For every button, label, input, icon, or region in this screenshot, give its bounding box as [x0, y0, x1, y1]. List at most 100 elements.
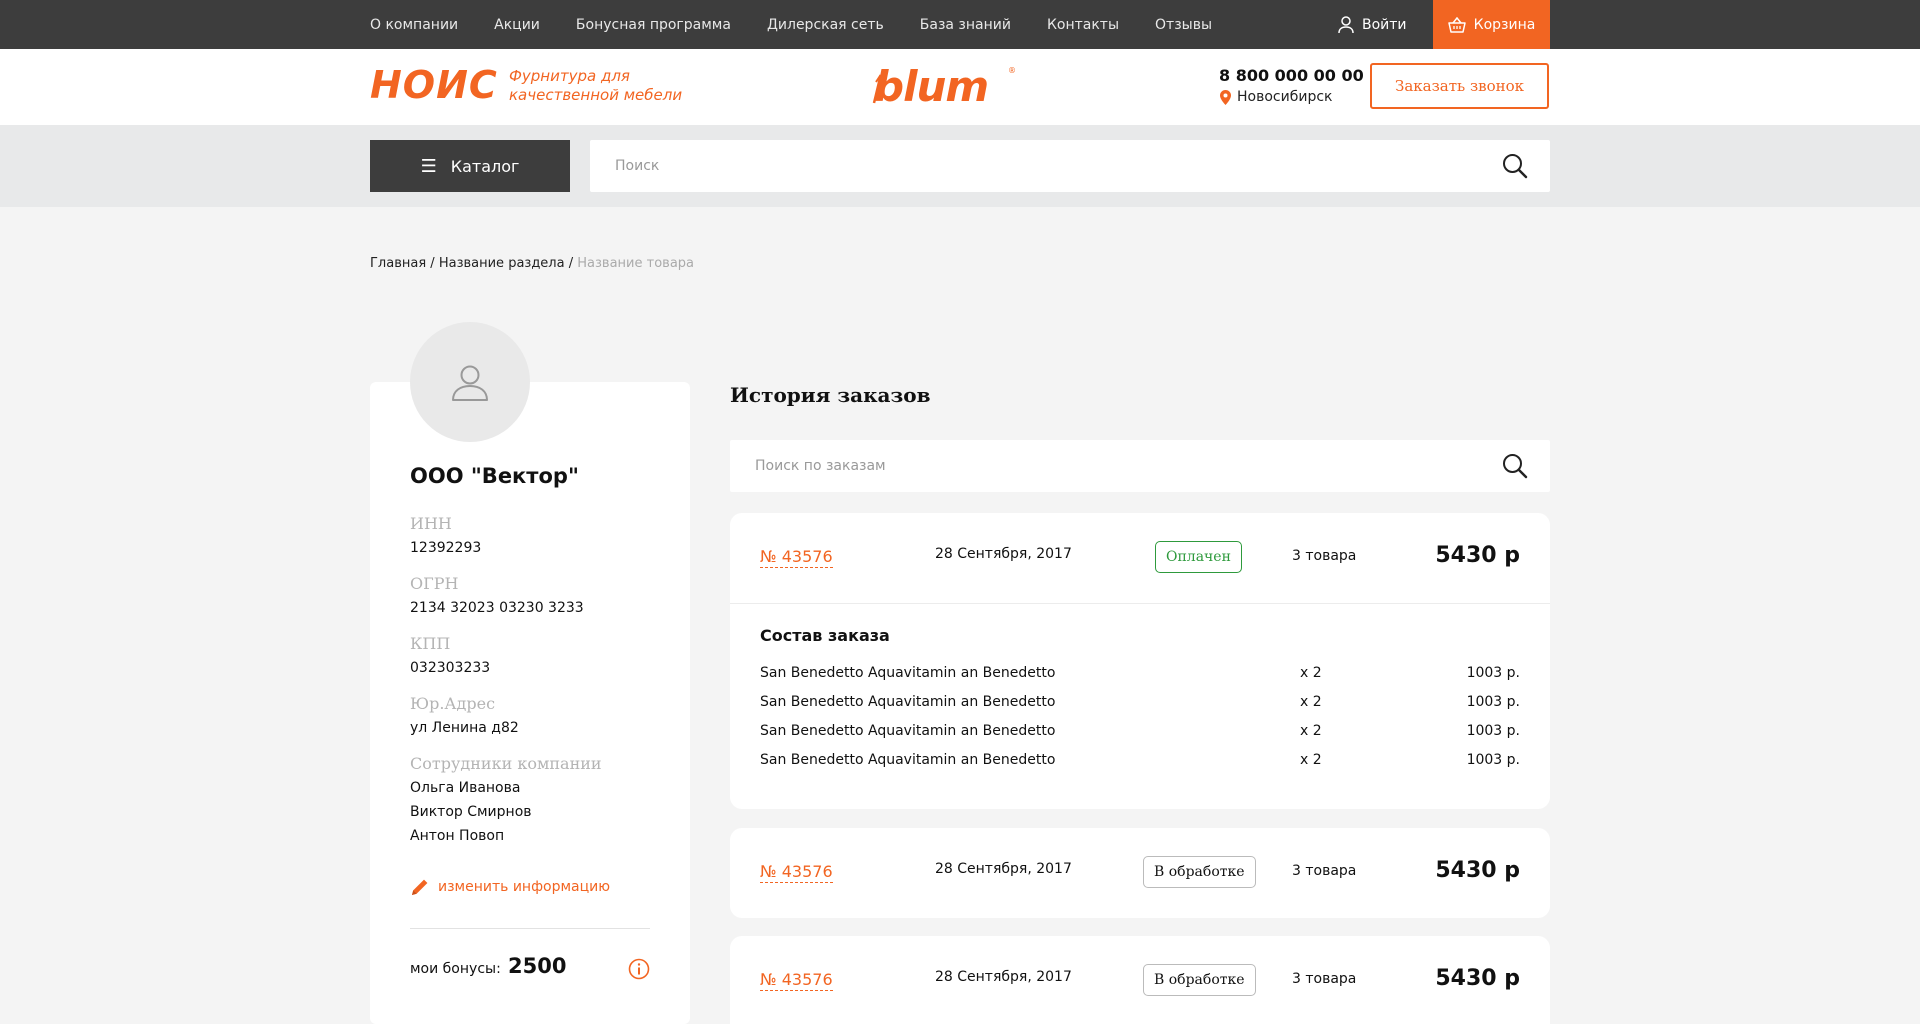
tagline-line-1: Фурнитура для: [509, 67, 630, 85]
order-item-count: 3 товара: [1292, 971, 1357, 987]
order-composition-title: Состав заказа: [760, 626, 890, 645]
breadcrumb-section[interactable]: Название раздела: [439, 256, 565, 271]
order-item-count: 3 товара: [1292, 863, 1357, 879]
brand-logo-blum: blum: [874, 62, 989, 111]
order-number-link[interactable]: № 43576: [760, 970, 833, 991]
login-button[interactable]: Войти: [1338, 0, 1407, 49]
inn-value: 12392293: [410, 540, 482, 556]
top-navigation-bar: О компании Акции Бонусная программа Диле…: [0, 0, 1920, 49]
order-item-count: 3 товара: [1292, 548, 1357, 564]
site-search: [590, 140, 1550, 192]
order-search-input[interactable]: [755, 440, 1495, 492]
order-call-button[interactable]: Заказать звонок: [1370, 63, 1549, 109]
kpp-label: КПП: [410, 634, 451, 653]
nav-link-contacts[interactable]: Контакты: [1047, 17, 1119, 33]
user-avatar-icon: [452, 365, 488, 401]
city-name: Новосибирск: [1237, 89, 1333, 105]
search-icon[interactable]: [1502, 153, 1528, 183]
tagline-line-2: качественной мебели: [509, 86, 683, 104]
breadcrumb-home[interactable]: Главная: [370, 256, 426, 271]
ogrn-label: ОГРН: [410, 574, 459, 593]
employee-item: Антон Повоп: [410, 828, 505, 844]
nav-link-about[interactable]: О компании: [370, 17, 458, 33]
breadcrumb-current: Название товара: [577, 256, 694, 271]
order-card[interactable]: № 43576 28 Сентября, 2017 В обработке 3 …: [730, 828, 1550, 918]
search-input[interactable]: [615, 140, 1495, 192]
address-value: ул Ленина д82: [410, 720, 519, 736]
nav-link-bonus[interactable]: Бонусная программа: [576, 17, 731, 33]
line-item-price: 1003 р.: [1466, 665, 1520, 681]
order-number-link[interactable]: № 43576: [760, 862, 833, 883]
order-total: 5430 р: [1435, 543, 1520, 568]
line-item-qty: x 2: [1300, 723, 1322, 739]
nav-link-knowledge[interactable]: База знаний: [920, 17, 1011, 33]
employee-item: Ольга Иванова: [410, 780, 521, 796]
info-icon[interactable]: [628, 958, 650, 984]
order-number-link[interactable]: № 43576: [760, 547, 833, 568]
status-badge: В обработке: [1143, 856, 1256, 888]
order-header[interactable]: № 43576 28 Сентября, 2017 Оплачен 3 това…: [730, 513, 1550, 603]
line-item-name: San Benedetto Aquavitamin an Benedetto: [760, 723, 1056, 739]
line-item-price: 1003 р.: [1466, 694, 1520, 710]
employees-label: Сотрудники компании: [410, 754, 602, 773]
basket-icon: [1447, 16, 1466, 33]
nav-link-dealers[interactable]: Дилерская сеть: [767, 17, 884, 33]
order-total: 5430 р: [1435, 858, 1520, 883]
city-selector[interactable]: Новосибирск: [1220, 89, 1332, 105]
user-icon: [1338, 15, 1354, 33]
brand-registered-mark: ®: [1008, 66, 1016, 75]
logo-tagline: Фурнитура для качественной мебели: [509, 67, 709, 105]
bonus-value: 2500: [508, 954, 567, 978]
bonus-label: мои бонусы:: [410, 961, 501, 977]
address-label: Юр.Адрес: [410, 694, 496, 713]
breadcrumb-separator: /: [568, 256, 574, 271]
status-badge: В обработке: [1143, 964, 1256, 996]
edit-info-label: изменить информацию: [438, 879, 611, 895]
order-card[interactable]: № 43576 28 Сентября, 2017 В обработке 3 …: [730, 936, 1550, 1024]
phone-number[interactable]: 8 800 000 00 00: [1219, 66, 1364, 85]
location-pin-icon: [1220, 89, 1231, 105]
order-card: № 43576 28 Сентября, 2017 Оплачен 3 това…: [730, 513, 1550, 809]
status-badge: Оплачен: [1155, 541, 1242, 573]
order-line-item: San Benedetto Aquavitamin an Benedetto x…: [760, 694, 1520, 714]
order-date: 28 Сентября, 2017: [935, 546, 1072, 562]
line-item-name: San Benedetto Aquavitamin an Benedetto: [760, 665, 1056, 681]
nav-link-promotions[interactable]: Акции: [494, 17, 540, 33]
breadcrumb-separator: /: [430, 256, 435, 271]
login-label: Войти: [1362, 16, 1407, 33]
company-name: ООО "Вектор": [410, 464, 579, 488]
nav-link-reviews[interactable]: Отзывы: [1155, 17, 1212, 33]
catalog-search-bar: ☰ Каталог: [0, 125, 1920, 207]
profile-divider: [410, 928, 650, 929]
site-logo[interactable]: НОИС: [370, 65, 498, 105]
line-item-price: 1003 р.: [1466, 752, 1520, 768]
top-nav: О компании Акции Бонусная программа Диле…: [370, 0, 1248, 49]
site-header: НОИС Фурнитура для качественной мебели b…: [0, 49, 1920, 125]
order-line-item: San Benedetto Aquavitamin an Benedetto x…: [760, 723, 1520, 743]
company-profile-card: ООО "Вектор" ИНН 12392293 ОГРН 2134 3202…: [370, 382, 690, 1024]
order-line-item: San Benedetto Aquavitamin an Benedetto x…: [760, 665, 1520, 685]
order-header[interactable]: № 43576 28 Сентября, 2017 В обработке 3 …: [730, 936, 1550, 1024]
line-item-price: 1003 р.: [1466, 723, 1520, 739]
cart-button[interactable]: Корзина: [1433, 0, 1550, 49]
pencil-icon: [412, 879, 428, 895]
line-item-name: San Benedetto Aquavitamin an Benedetto: [760, 694, 1056, 710]
line-item-qty: x 2: [1300, 665, 1322, 681]
order-header[interactable]: № 43576 28 Сентября, 2017 В обработке 3 …: [730, 828, 1550, 918]
ogrn-value: 2134 32023 03230 3233: [410, 600, 584, 616]
search-icon[interactable]: [1502, 453, 1528, 483]
kpp-value: 032303233: [410, 660, 491, 676]
page-title: История заказов: [730, 383, 931, 407]
line-item-qty: x 2: [1300, 694, 1322, 710]
avatar: [410, 322, 530, 442]
order-total: 5430 р: [1435, 966, 1520, 991]
line-item-name: San Benedetto Aquavitamin an Benedetto: [760, 752, 1056, 768]
cart-label: Корзина: [1473, 16, 1536, 33]
order-date: 28 Сентября, 2017: [935, 861, 1072, 877]
inn-label: ИНН: [410, 514, 452, 533]
catalog-button[interactable]: ☰ Каталог: [370, 140, 570, 192]
order-divider: [730, 603, 1550, 604]
order-date: 28 Сентября, 2017: [935, 969, 1072, 985]
edit-info-link[interactable]: изменить информацию: [410, 877, 610, 897]
line-item-qty: x 2: [1300, 752, 1322, 768]
